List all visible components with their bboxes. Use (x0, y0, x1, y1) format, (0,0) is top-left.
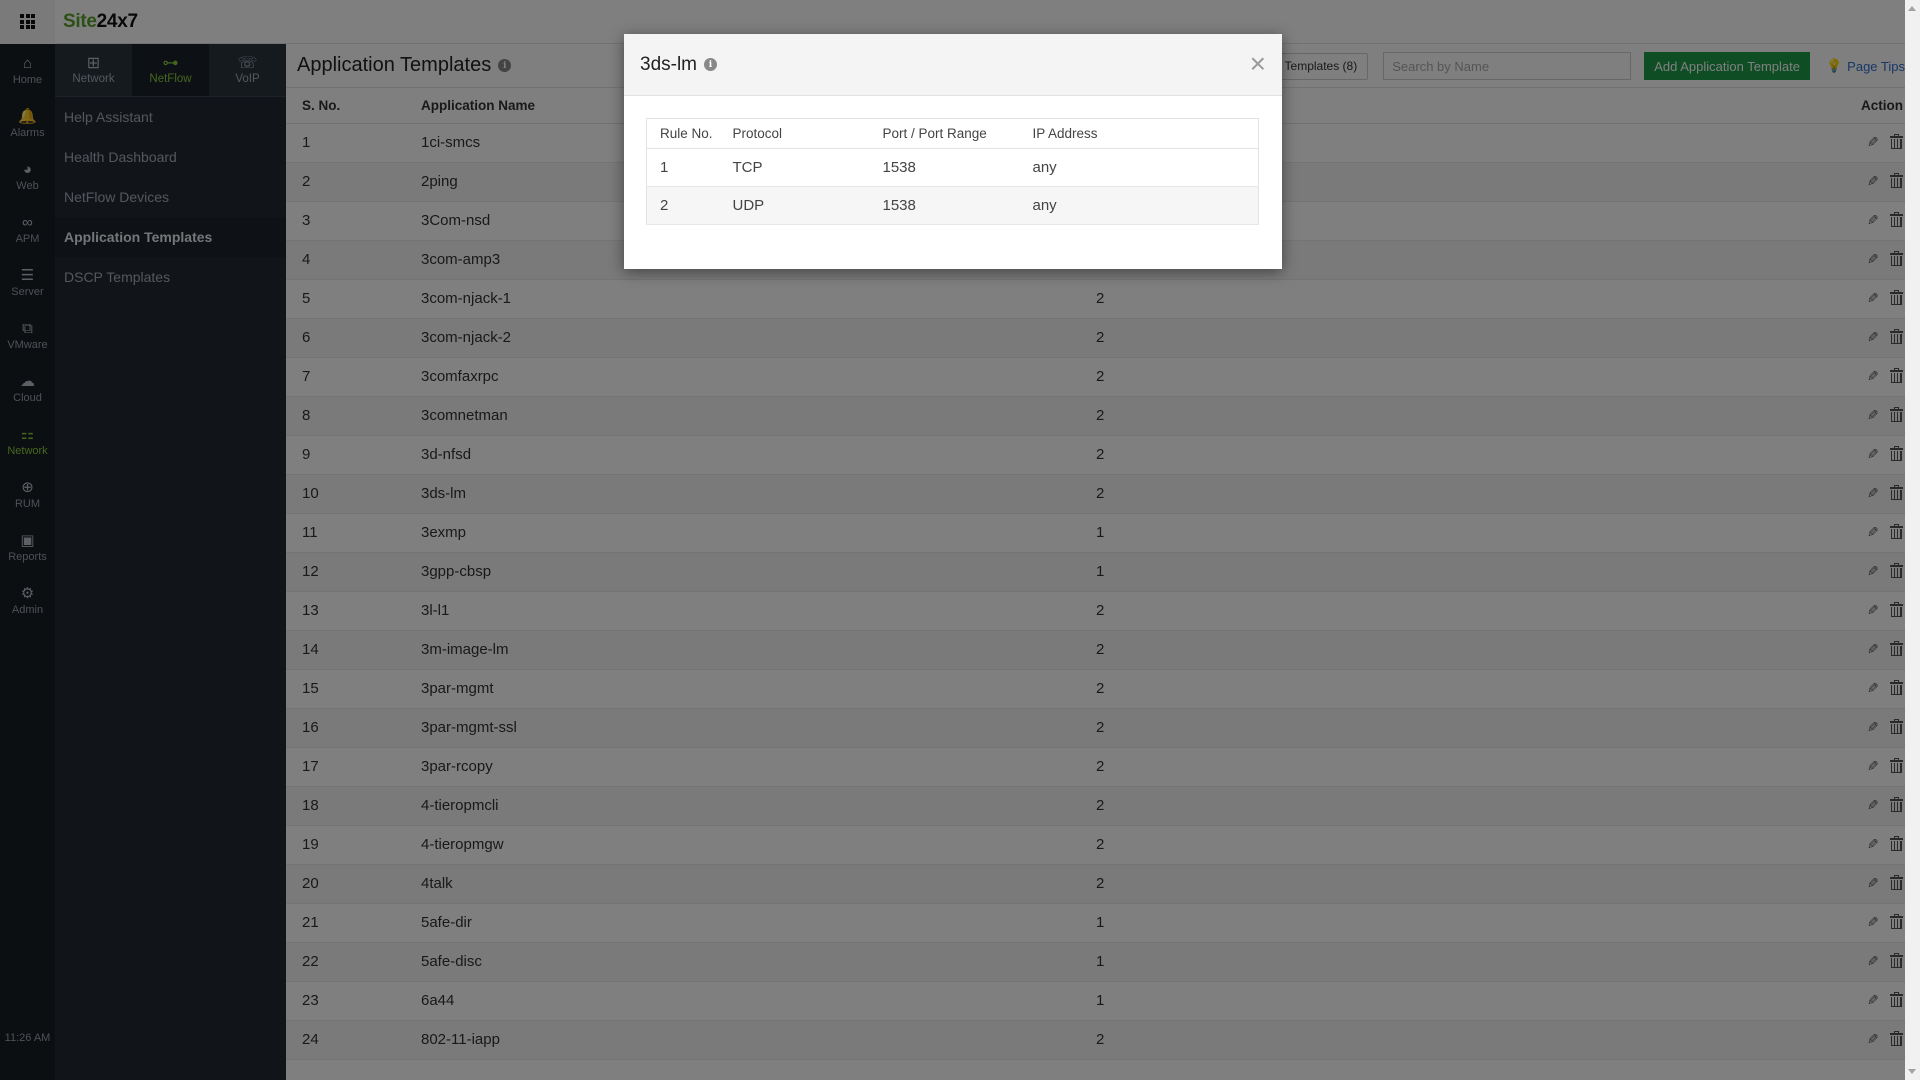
modal-title: 3ds-lm (640, 53, 698, 75)
cell-port: 1538 (882, 148, 1033, 187)
info-icon[interactable]: i (704, 58, 718, 71)
cell-rule-no: 1 (646, 148, 733, 187)
cell-rule-no: 2 (646, 186, 733, 225)
template-details-modal: 3ds-lm i × Rule No. Protocol Port / Port… (624, 34, 1282, 269)
column-header-ip-address: IP Address (1032, 118, 1259, 149)
cell-port: 1538 (882, 186, 1033, 225)
scroll-up-arrow-icon[interactable] (1908, 6, 1916, 11)
column-header-protocol: Protocol (732, 118, 883, 149)
page-scrollbar[interactable] (1905, 0, 1920, 1080)
modal-body: Rule No. Protocol Port / Port Range IP A… (624, 96, 1282, 225)
close-icon[interactable]: × (1250, 50, 1266, 78)
rules-header-row: Rule No. Protocol Port / Port Range IP A… (646, 118, 1259, 149)
scroll-down-arrow-icon[interactable] (1908, 1069, 1916, 1074)
cell-ip-address: any (1032, 186, 1259, 225)
cell-protocol: UDP (732, 186, 883, 225)
rule-row: 1 TCP 1538 any (646, 148, 1259, 187)
cell-protocol: TCP (732, 148, 883, 187)
column-header-rule-no: Rule No. (646, 118, 733, 149)
column-header-port: Port / Port Range (882, 118, 1033, 149)
cell-ip-address: any (1032, 148, 1259, 187)
rules-table: Rule No. Protocol Port / Port Range IP A… (646, 118, 1259, 225)
rule-row: 2 UDP 1538 any (646, 186, 1259, 225)
modal-header: 3ds-lm i × (624, 34, 1282, 96)
